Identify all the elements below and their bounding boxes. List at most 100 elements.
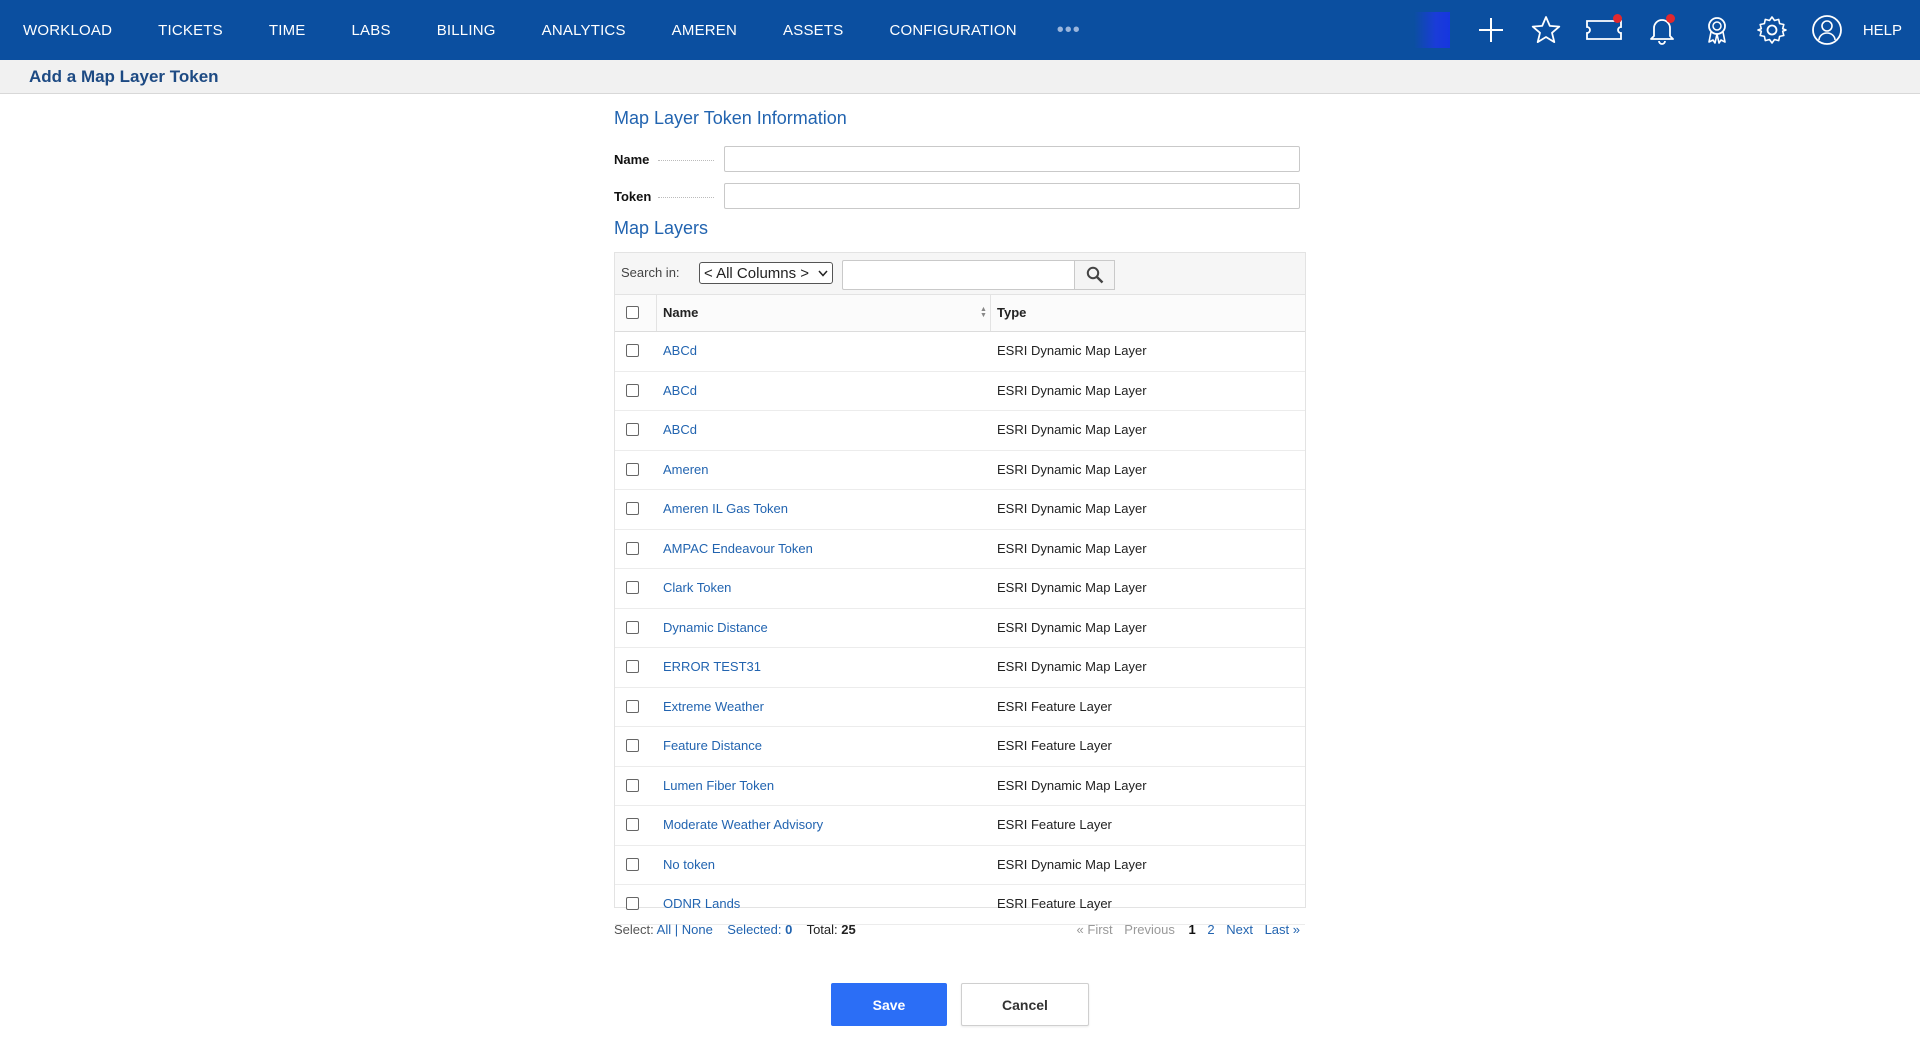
row-checkbox[interactable] xyxy=(626,581,639,594)
save-button[interactable]: Save xyxy=(831,983,947,1026)
row-checkbox[interactable] xyxy=(626,818,639,831)
map-layers-section-title: Map Layers xyxy=(614,218,709,238)
row-checkbox[interactable] xyxy=(626,739,639,752)
row-type: ESRI Dynamic Map Layer xyxy=(997,777,1147,793)
row-name-link[interactable]: ODNR Lands xyxy=(663,896,740,911)
row-checkbox[interactable] xyxy=(626,778,639,792)
row-checkbox[interactable] xyxy=(626,383,639,397)
row-name-link[interactable]: AMPAC Endeavour Token xyxy=(663,541,813,556)
search-column-value: < All Columns > xyxy=(704,264,810,282)
plus-icon[interactable] xyxy=(1474,13,1508,47)
nav-item-tickets[interactable]: TICKETS xyxy=(158,22,223,39)
select-all-link[interactable]: All xyxy=(657,922,671,937)
row-checkbox[interactable] xyxy=(626,462,639,476)
token-label: Token xyxy=(614,189,724,204)
total-label: Total: xyxy=(806,922,838,937)
row-name-link[interactable]: Moderate Weather Advisory xyxy=(663,817,823,832)
search-button[interactable] xyxy=(1074,260,1115,290)
table-row: AMPAC Endeavour Token ESRI Dynamic Map La… xyxy=(615,530,1305,569)
bell-icon[interactable] xyxy=(1645,13,1679,47)
nav-item-labs[interactable]: LABS xyxy=(352,22,391,39)
pager-page-2[interactable]: 2 xyxy=(1207,922,1214,937)
row-type: ESRI Dynamic Map Layer xyxy=(997,343,1147,358)
row-name-link[interactable]: Lumen Fiber Token xyxy=(663,778,774,793)
pager-last[interactable]: Last » xyxy=(1265,922,1300,937)
nav-item-assets[interactable]: ASSETS xyxy=(783,22,843,39)
row-checkbox[interactable] xyxy=(626,660,639,673)
row-name-link[interactable]: ERROR TEST31 xyxy=(663,659,761,674)
ticket-icon[interactable] xyxy=(1584,13,1624,47)
top-navigation-bar: WORKLOAD TICKETS TIME LABS BILLING ANALY… xyxy=(0,0,1920,60)
search-icon xyxy=(1086,266,1103,284)
table-row: ABCd ESRI Dynamic Map Layer xyxy=(615,411,1305,451)
nav-item-configuration[interactable]: CONFIGURATION xyxy=(889,22,1016,39)
row-type: ESRI Feature Layer xyxy=(997,738,1112,753)
row-name-link[interactable]: ABCd xyxy=(663,383,697,398)
page-header: Add a Map Layer Token xyxy=(0,60,1920,94)
row-checkbox[interactable] xyxy=(626,699,639,713)
bell-notification-dot xyxy=(1665,14,1675,23)
nav-item-billing[interactable]: BILLING xyxy=(437,22,496,39)
name-label: Name xyxy=(614,152,724,167)
nav-item-analytics[interactable]: ANALYTICS xyxy=(542,22,626,39)
row-checkbox[interactable] xyxy=(626,620,639,634)
row-type: ESRI Dynamic Map Layer xyxy=(997,856,1147,872)
column-header-type[interactable]: Type xyxy=(997,305,1026,320)
row-checkbox[interactable] xyxy=(626,423,639,436)
grid-search-input[interactable] xyxy=(842,260,1076,290)
row-type: ESRI Dynamic Map Layer xyxy=(997,382,1147,398)
column-header-name[interactable]: Name xyxy=(663,305,698,320)
grid-header-row: Name ▲ ▼ Type xyxy=(615,295,1305,332)
row-type: ESRI Dynamic Map Layer xyxy=(997,619,1147,635)
search-in-label: Search in: xyxy=(621,265,680,280)
nav-toolbar: HELP xyxy=(1413,0,1920,60)
pager-next[interactable]: Next xyxy=(1226,922,1253,937)
row-type: ESRI Dynamic Map Layer xyxy=(997,540,1147,556)
star-icon[interactable] xyxy=(1529,13,1563,47)
row-name-link[interactable]: Dynamic Distance xyxy=(663,620,768,635)
table-row: No token ESRI Dynamic Map Layer xyxy=(615,846,1305,885)
nav-item-time[interactable]: TIME xyxy=(269,22,306,39)
row-name-link[interactable]: Extreme Weather xyxy=(663,699,764,714)
table-row: Feature Distance ESRI Feature Layer xyxy=(615,727,1305,767)
token-input[interactable] xyxy=(724,183,1300,209)
sort-icon[interactable]: ▲ ▼ xyxy=(980,306,987,319)
grid-body: ABCd ESRI Dynamic Map Layer ABCd ESRI Dynam… xyxy=(615,332,1305,925)
page-title: Add a Map Layer Token xyxy=(29,67,219,86)
help-link[interactable]: HELP xyxy=(1863,22,1902,39)
row-name-link[interactable]: No token xyxy=(663,857,715,872)
select-none-link[interactable]: None xyxy=(682,922,713,937)
chevron-down-icon xyxy=(818,270,828,277)
row-checkbox[interactable] xyxy=(626,541,639,555)
select-all-checkbox[interactable] xyxy=(626,306,639,319)
nav-item-ameren[interactable]: AMEREN xyxy=(672,22,737,39)
ticket-notification-dot xyxy=(1612,14,1622,23)
user-icon[interactable] xyxy=(1810,13,1844,47)
selected-label: Selected: xyxy=(727,922,782,937)
nav-item-workload[interactable]: WORKLOAD xyxy=(23,22,112,39)
row-checkbox[interactable] xyxy=(626,857,639,871)
pagination: « First Previous 1 2 Next Last » xyxy=(1069,922,1300,937)
name-input[interactable] xyxy=(724,146,1300,172)
gear-icon[interactable] xyxy=(1755,13,1789,47)
cancel-button[interactable]: Cancel xyxy=(961,983,1089,1026)
row-name-link[interactable]: Clark Token xyxy=(663,580,731,595)
table-row: ABCd ESRI Dynamic Map Layer xyxy=(615,372,1305,411)
row-name-link[interactable]: Ameren xyxy=(663,462,709,477)
row-checkbox[interactable] xyxy=(626,897,639,910)
row-type: ESRI Feature Layer xyxy=(997,698,1112,714)
column-divider xyxy=(990,295,991,331)
badge-icon[interactable] xyxy=(1700,13,1734,47)
row-checkbox[interactable] xyxy=(626,344,639,357)
row-name-link[interactable]: ABCd xyxy=(663,343,697,358)
search-column-select[interactable]: < All Columns > xyxy=(699,262,833,284)
row-name-link[interactable]: Ameren IL Gas Token xyxy=(663,501,788,516)
table-row: Extreme Weather ESRI Feature Layer xyxy=(615,688,1305,727)
selected-count: 0 xyxy=(785,922,793,937)
row-name-link[interactable]: ABCd xyxy=(663,422,697,437)
table-row: Lumen Fiber Token ESRI Dynamic Map Layer xyxy=(615,767,1305,806)
row-name-link[interactable]: Feature Distance xyxy=(663,738,762,753)
more-menu-icon[interactable]: ••• xyxy=(1057,19,1081,42)
row-checkbox[interactable] xyxy=(626,502,639,515)
table-row: Ameren IL Gas Token ESRI Dynamic Map Laye… xyxy=(615,490,1305,530)
